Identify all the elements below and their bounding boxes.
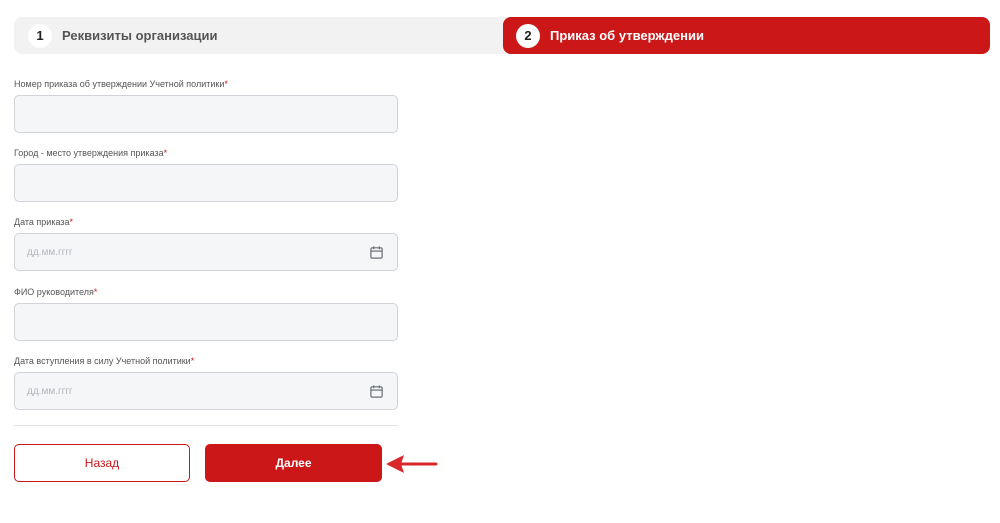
step-1-requisites[interactable]: 1 Реквизиты организации [14, 17, 502, 54]
step-number: 1 [28, 23, 52, 48]
order-date-field[interactable] [14, 233, 398, 271]
effective-date-input[interactable] [27, 385, 357, 397]
city-input[interactable] [27, 177, 357, 189]
label-text: Номер приказа об утверждении Учетной пол… [14, 79, 225, 89]
label-text: Дата приказа [14, 217, 70, 227]
calendar-icon[interactable] [369, 384, 384, 399]
director-name-label: ФИО руководителя* [14, 287, 97, 297]
calendar-icon[interactable] [369, 245, 384, 260]
director-name-input[interactable] [27, 316, 357, 328]
effective-date-field[interactable] [14, 372, 398, 410]
required-asterisk: * [190, 356, 195, 366]
step-2-order-active[interactable]: 2 Приказ об утверждении [503, 17, 990, 54]
red-arrow-pointing-left-icon [386, 455, 438, 473]
city-field[interactable] [14, 164, 398, 202]
back-button[interactable]: Назад [14, 444, 190, 482]
step-label: Приказ об утверждении [550, 28, 704, 43]
required-asterisk: * [93, 287, 98, 297]
stepper: 1 Реквизиты организации 2 Приказ об утве… [14, 17, 990, 54]
label-text: ФИО руководителя [14, 287, 94, 297]
order-number-field[interactable] [14, 95, 398, 133]
label-text: Город - место утверждения приказа [14, 148, 164, 158]
step-number: 2 [516, 23, 540, 48]
required-asterisk: * [224, 79, 228, 89]
order-date-input[interactable] [27, 246, 357, 258]
director-name-field[interactable] [14, 303, 398, 341]
order-number-label: Номер приказа об утверждении Учетной пол… [14, 79, 228, 89]
order-date-label: Дата приказа* [14, 217, 73, 227]
effective-date-label: Дата вступления в силу Учетной политики* [14, 356, 194, 366]
order-number-input[interactable] [27, 108, 357, 120]
label-text: Дата вступления в силу Учетной политики [14, 356, 191, 366]
city-label: Город - место утверждения приказа* [14, 148, 167, 158]
step-label: Реквизиты организации [62, 28, 218, 43]
required-asterisk: * [163, 148, 168, 158]
required-asterisk: * [69, 217, 74, 227]
next-button[interactable]: Далее [205, 444, 382, 482]
divider [14, 425, 398, 426]
